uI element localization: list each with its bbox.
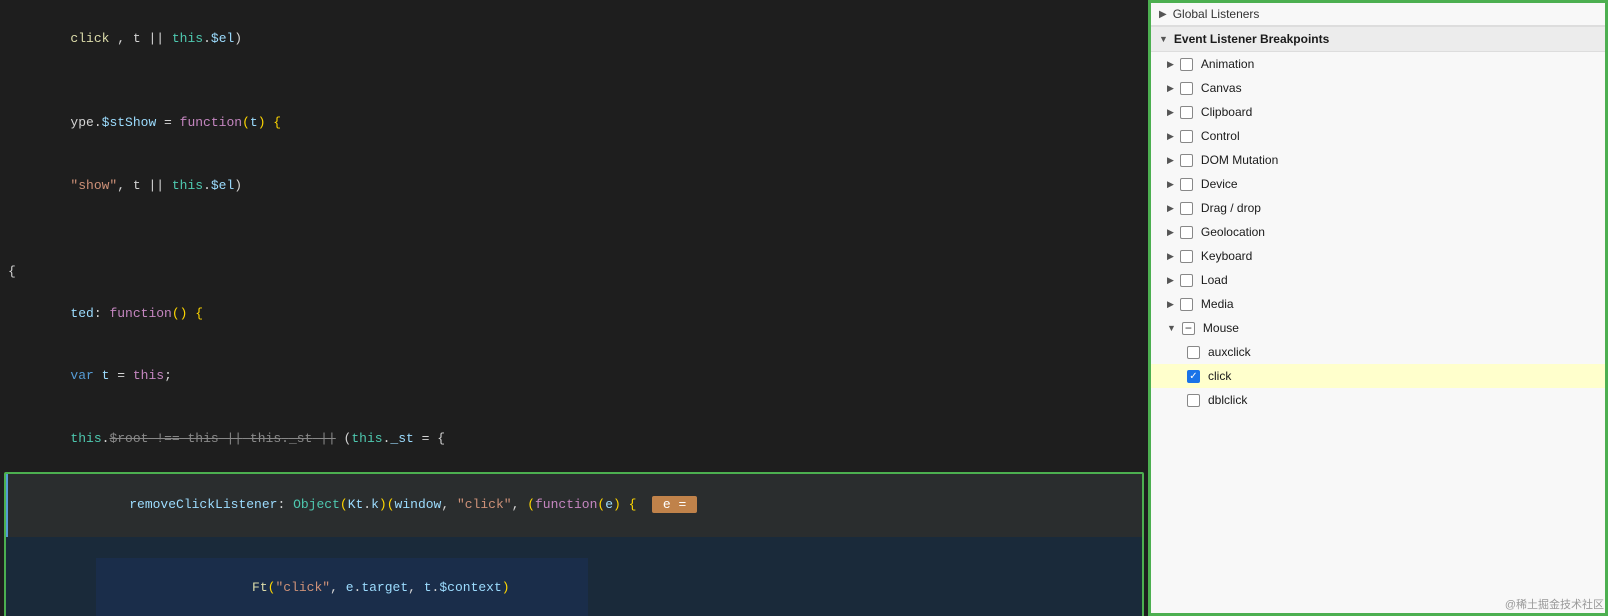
bp-item-auxclick[interactable]: auxclick bbox=[1151, 340, 1605, 364]
chevron-right-icon: ▶ bbox=[1167, 203, 1174, 214]
code-line bbox=[0, 239, 1148, 261]
chevron-right-icon: ▶ bbox=[1167, 155, 1174, 166]
event-listener-breakpoints-section: ▼ Event Listener Breakpoints ▶ Animation… bbox=[1151, 26, 1605, 613]
mouse-label: Mouse bbox=[1203, 321, 1239, 335]
device-checkbox[interactable] bbox=[1180, 178, 1193, 191]
code-panel: click , t || this.$el) ype.$stShow = fun… bbox=[0, 0, 1148, 616]
code-line bbox=[0, 70, 1148, 92]
chevron-right-icon: ▶ bbox=[1167, 131, 1174, 142]
code-line: this.$root !== this || this._st || (this… bbox=[0, 408, 1148, 470]
code-line: var t = this; bbox=[0, 346, 1148, 408]
canvas-checkbox[interactable] bbox=[1180, 82, 1193, 95]
global-listeners-label: Global Listeners bbox=[1173, 7, 1260, 21]
chevron-right-icon: ▶ bbox=[1167, 251, 1174, 262]
clipboard-checkbox[interactable] bbox=[1180, 106, 1193, 119]
media-checkbox[interactable] bbox=[1180, 298, 1193, 311]
bp-item-click[interactable]: ✓ click bbox=[1151, 364, 1605, 388]
keyboard-label: Keyboard bbox=[1201, 249, 1252, 263]
watermark: @稀土掘金技术社区 bbox=[1505, 596, 1604, 612]
click-checkbox[interactable]: ✓ bbox=[1187, 370, 1200, 383]
chevron-right-icon: ▶ bbox=[1167, 275, 1174, 286]
drag-drop-label: Drag / drop bbox=[1201, 201, 1261, 215]
code-text: var t = this; bbox=[8, 346, 172, 408]
canvas-label: Canvas bbox=[1201, 81, 1242, 95]
mouse-checkbox[interactable]: − bbox=[1182, 322, 1195, 335]
chevron-right-icon: ▶ bbox=[1167, 299, 1174, 310]
bp-item-clipboard[interactable]: ▶ Clipboard bbox=[1151, 100, 1605, 124]
bp-item-keyboard[interactable]: ▶ Keyboard bbox=[1151, 244, 1605, 268]
code-text: ted: function() { bbox=[8, 283, 203, 345]
bp-item-dom-mutation[interactable]: ▶ DOM Mutation bbox=[1151, 148, 1605, 172]
global-listeners-section: ▶ Global Listeners bbox=[1151, 3, 1605, 26]
code-line: "show", t || this.$el) bbox=[0, 155, 1148, 217]
right-panel: ▶ Global Listeners ▼ Event Listener Brea… bbox=[1148, 0, 1608, 616]
code-line-ft: Ft("click", e.target, t.$context) bbox=[6, 537, 1142, 616]
control-label: Control bbox=[1201, 129, 1240, 143]
chevron-right-icon: ▶ bbox=[1167, 83, 1174, 94]
chevron-right-icon: ▶ bbox=[1167, 179, 1174, 190]
code-text: ype.$stShow = function(t) { bbox=[8, 92, 281, 154]
dblclick-label: dblclick bbox=[1208, 393, 1247, 407]
bp-item-media[interactable]: ▶ Media bbox=[1151, 292, 1605, 316]
chevron-right-icon: ▶ bbox=[1167, 107, 1174, 118]
green-box-region: removeClickListener: Object(Kt.k)(window… bbox=[4, 472, 1144, 616]
code-text: removeClickListener: Object(Kt.k)(window… bbox=[20, 474, 697, 536]
bp-item-mouse[interactable]: ▼ − Mouse bbox=[1151, 316, 1605, 340]
event-listener-breakpoints-label: Event Listener Breakpoints bbox=[1174, 32, 1329, 46]
code-text: Ft("click", e.target, t.$context) bbox=[18, 537, 510, 616]
bp-item-canvas[interactable]: ▶ Canvas bbox=[1151, 76, 1605, 100]
device-label: Device bbox=[1201, 177, 1238, 191]
animation-checkbox[interactable] bbox=[1180, 58, 1193, 71]
bp-item-control[interactable]: ▶ Control bbox=[1151, 124, 1605, 148]
auxclick-checkbox[interactable] bbox=[1187, 346, 1200, 359]
bp-item-geolocation[interactable]: ▶ Geolocation bbox=[1151, 220, 1605, 244]
auxclick-label: auxclick bbox=[1208, 345, 1251, 359]
global-listeners-header[interactable]: ▶ Global Listeners bbox=[1151, 3, 1605, 25]
dom-mutation-label: DOM Mutation bbox=[1201, 153, 1278, 167]
code-text: { bbox=[8, 262, 16, 283]
bp-item-animation[interactable]: ▶ Animation bbox=[1151, 52, 1605, 76]
drag-drop-checkbox[interactable] bbox=[1180, 202, 1193, 215]
dblclick-checkbox[interactable] bbox=[1187, 394, 1200, 407]
media-label: Media bbox=[1201, 297, 1234, 311]
chevron-right-icon: ▶ bbox=[1159, 9, 1167, 20]
bp-item-drag-drop[interactable]: ▶ Drag / drop bbox=[1151, 196, 1605, 220]
control-checkbox[interactable] bbox=[1180, 130, 1193, 143]
code-content: click , t || this.$el) ype.$stShow = fun… bbox=[0, 0, 1148, 616]
chevron-right-icon: ▶ bbox=[1167, 227, 1174, 238]
bp-item-dblclick[interactable]: dblclick bbox=[1151, 388, 1605, 412]
code-line: ype.$stShow = function(t) { bbox=[0, 92, 1148, 154]
code-line: click , t || this.$el) bbox=[0, 8, 1148, 70]
chevron-down-icon: ▼ bbox=[1159, 34, 1168, 44]
chevron-down-icon: ▼ bbox=[1167, 323, 1176, 333]
animation-label: Animation bbox=[1201, 57, 1254, 71]
bp-item-load[interactable]: ▶ Load bbox=[1151, 268, 1605, 292]
bp-item-device[interactable]: ▶ Device bbox=[1151, 172, 1605, 196]
event-listener-breakpoints-header[interactable]: ▼ Event Listener Breakpoints bbox=[1151, 27, 1605, 52]
load-label: Load bbox=[1201, 273, 1228, 287]
geolocation-label: Geolocation bbox=[1201, 225, 1265, 239]
geolocation-checkbox[interactable] bbox=[1180, 226, 1193, 239]
code-line bbox=[0, 217, 1148, 239]
dom-mutation-checkbox[interactable] bbox=[1180, 154, 1193, 167]
code-line: ted: function() { bbox=[0, 283, 1148, 345]
code-line: removeClickListener: Object(Kt.k)(window… bbox=[6, 474, 1142, 536]
keyboard-checkbox[interactable] bbox=[1180, 250, 1193, 263]
load-checkbox[interactable] bbox=[1180, 274, 1193, 287]
code-line: { bbox=[0, 261, 1148, 283]
code-text: "show", t || this.$el) bbox=[8, 155, 242, 217]
chevron-right-icon: ▶ bbox=[1167, 59, 1174, 70]
clipboard-label: Clipboard bbox=[1201, 105, 1252, 119]
code-text: click , t || this.$el) bbox=[8, 8, 242, 70]
click-label: click bbox=[1208, 369, 1231, 383]
code-text: this.$root !== this || this._st || (this… bbox=[8, 408, 445, 470]
